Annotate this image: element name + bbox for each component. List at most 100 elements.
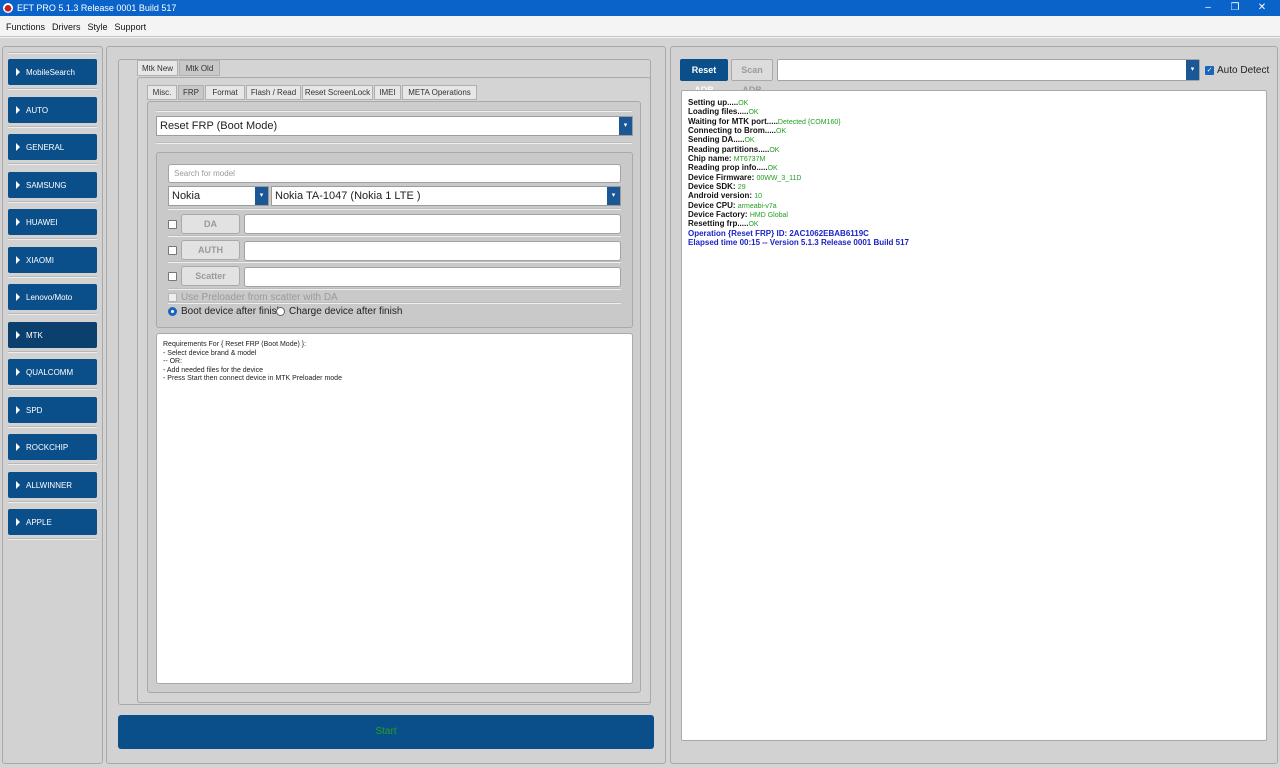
auth-checkbox[interactable] bbox=[168, 246, 177, 255]
log-line: Sending DA.....OK bbox=[688, 135, 755, 144]
operation-panel: Mtk New Mtk Old Misc. FRP Format Flash /… bbox=[106, 46, 666, 764]
play-arrow-icon bbox=[16, 218, 20, 226]
scatter-button[interactable]: Scatter bbox=[181, 266, 240, 286]
operation-select[interactable]: Reset FRP (Boot Mode) ▾ bbox=[156, 116, 633, 136]
scan-adb-button[interactable]: Scan ADB bbox=[731, 59, 773, 95]
da-checkbox[interactable] bbox=[168, 220, 177, 229]
auto-detect-label: Auto Detect bbox=[1217, 65, 1270, 76]
adb-device-select[interactable]: ▾ bbox=[777, 59, 1200, 81]
sidebar-divider bbox=[8, 426, 97, 428]
reset-adb-button[interactable]: Reset ADB bbox=[680, 59, 728, 95]
play-arrow-icon bbox=[16, 368, 20, 376]
sidebar-item-allwinner[interactable]: ALLWINNER bbox=[8, 472, 97, 498]
sidebar-divider bbox=[8, 463, 97, 465]
tab-imei[interactable]: IMEI bbox=[374, 85, 401, 100]
auth-path-field[interactable] bbox=[244, 241, 621, 261]
start-button[interactable]: Start bbox=[118, 715, 654, 749]
sidebar-item-general[interactable]: GENERAL bbox=[8, 134, 97, 160]
chevron-down-icon[interactable]: ▾ bbox=[619, 117, 632, 135]
play-arrow-icon bbox=[16, 406, 20, 414]
da-button[interactable]: DA bbox=[181, 214, 240, 234]
sidebar-item-mobilesearch[interactable]: MobileSearch bbox=[8, 59, 97, 85]
brand-sidebar: MobileSearch AUTO GENERAL SAMSUNG HUAWEI… bbox=[2, 46, 103, 764]
log-line: Device CPU: armeabi-v7a bbox=[688, 200, 777, 210]
chevron-down-icon[interactable]: ▾ bbox=[1186, 60, 1199, 80]
tab-mtk-new[interactable]: Mtk New bbox=[137, 60, 178, 76]
da-path-field[interactable] bbox=[244, 214, 621, 234]
sidebar-item-rockchip[interactable]: ROCKCHIP bbox=[8, 434, 97, 460]
log-line: Waiting for MTK port.....Detected {COM16… bbox=[688, 116, 841, 126]
divider bbox=[168, 208, 621, 210]
menu-drivers[interactable]: Drivers bbox=[52, 22, 81, 32]
model-select[interactable]: Nokia TA-1047 (Nokia 1 LTE ) ▾ bbox=[271, 186, 621, 206]
play-arrow-icon bbox=[16, 293, 20, 301]
sidebar-divider bbox=[8, 88, 97, 90]
sidebar-divider bbox=[8, 313, 97, 315]
log-line: Device SDK: 29 bbox=[688, 182, 746, 191]
window-title: EFT PRO 5.1.3 Release 0001 Build 517 bbox=[17, 3, 177, 13]
tab-meta-operations[interactable]: META Operations bbox=[402, 85, 477, 100]
sidebar-item-qualcomm[interactable]: QUALCOMM bbox=[8, 359, 97, 385]
divider bbox=[168, 288, 621, 290]
boot-after-finish-radio[interactable] bbox=[168, 307, 177, 316]
sidebar-divider bbox=[8, 126, 97, 128]
app-logo-icon bbox=[3, 3, 13, 13]
divider bbox=[168, 235, 621, 237]
scatter-path-field[interactable] bbox=[244, 267, 621, 287]
chevron-down-icon[interactable]: ▾ bbox=[255, 187, 268, 205]
log-line: Resetting frp.....OK bbox=[688, 219, 759, 228]
auto-detect-checkbox[interactable]: ✓ bbox=[1205, 66, 1214, 75]
requirements-box: Requirements For { Reset FRP (Boot Mode)… bbox=[156, 333, 633, 684]
tab-reset-screenlock[interactable]: Reset ScreenLock bbox=[302, 85, 373, 100]
sidebar-item-samsung[interactable]: SAMSUNG bbox=[8, 172, 97, 198]
menu-functions[interactable]: Functions bbox=[6, 22, 45, 32]
auth-button[interactable]: AUTH bbox=[181, 240, 240, 260]
sidebar-divider bbox=[8, 201, 97, 203]
log-panel: Reset ADB Scan ADB ▾ ✓ Auto Detect Setti… bbox=[670, 46, 1278, 764]
log-line: Device Factory: HMD Global bbox=[688, 210, 788, 219]
play-arrow-icon bbox=[16, 181, 20, 189]
boot-after-finish-label: Boot device after finish bbox=[181, 306, 283, 317]
tab-mtk-old[interactable]: Mtk Old bbox=[179, 60, 220, 76]
sidebar-divider bbox=[8, 163, 97, 165]
sidebar-item-auto[interactable]: AUTO bbox=[8, 97, 97, 123]
requirements-text: Requirements For { Reset FRP (Boot Mode)… bbox=[163, 341, 342, 382]
chevron-down-icon[interactable]: ▾ bbox=[607, 187, 620, 205]
scatter-checkbox[interactable] bbox=[168, 272, 177, 281]
play-arrow-icon bbox=[16, 443, 20, 451]
sidebar-item-lenovo-moto[interactable]: Lenovo/Moto bbox=[8, 284, 97, 310]
play-arrow-icon bbox=[16, 518, 20, 526]
sidebar-divider bbox=[8, 351, 97, 353]
sidebar-item-spd[interactable]: SPD bbox=[8, 397, 97, 423]
close-button[interactable]: ✕ bbox=[1244, 0, 1280, 16]
sidebar-divider bbox=[8, 388, 97, 390]
log-output: Setting up.....OK Loading files.....OK W… bbox=[681, 90, 1267, 741]
tab-misc[interactable]: Misc. bbox=[147, 85, 177, 100]
menu-style[interactable]: Style bbox=[88, 22, 108, 32]
divider bbox=[156, 110, 632, 112]
sidebar-item-xiaomi[interactable]: XIAOMI bbox=[8, 247, 97, 273]
brand-select[interactable]: Nokia ▾ bbox=[168, 186, 269, 206]
play-arrow-icon bbox=[16, 106, 20, 114]
sidebar-item-mtk[interactable]: MTK bbox=[8, 322, 97, 348]
sidebar-item-apple[interactable]: APPLE bbox=[8, 509, 97, 535]
tab-format[interactable]: Format bbox=[205, 85, 245, 100]
charge-after-finish-label: Charge device after finish bbox=[289, 306, 403, 317]
play-arrow-icon bbox=[16, 143, 20, 151]
log-line: Android version: 10 bbox=[688, 191, 763, 200]
log-line: Loading files.....OK bbox=[688, 107, 759, 116]
charge-after-finish-radio[interactable] bbox=[276, 307, 285, 316]
menu-support[interactable]: Support bbox=[115, 22, 147, 32]
use-preloader-checkbox[interactable] bbox=[168, 293, 177, 302]
log-line: Setting up.....OK bbox=[688, 98, 749, 107]
tab-flash-read[interactable]: Flash / Read bbox=[246, 85, 301, 100]
tab-frp[interactable]: FRP bbox=[178, 85, 204, 100]
sidebar-item-huawei[interactable]: HUAWEI bbox=[8, 209, 97, 235]
log-line-elapsed-time: Elapsed time 00:15 -- Version 5.1.3 Rele… bbox=[688, 238, 910, 247]
title-bar: EFT PRO 5.1.3 Release 0001 Build 517 – ❐… bbox=[0, 0, 1280, 16]
log-line: Reading prop info.....OK bbox=[688, 163, 778, 172]
play-arrow-icon bbox=[16, 331, 20, 339]
divider bbox=[168, 302, 621, 304]
menu-bar: Functions Drivers Style Support bbox=[0, 16, 1280, 38]
search-input[interactable]: Search for model bbox=[168, 164, 621, 183]
